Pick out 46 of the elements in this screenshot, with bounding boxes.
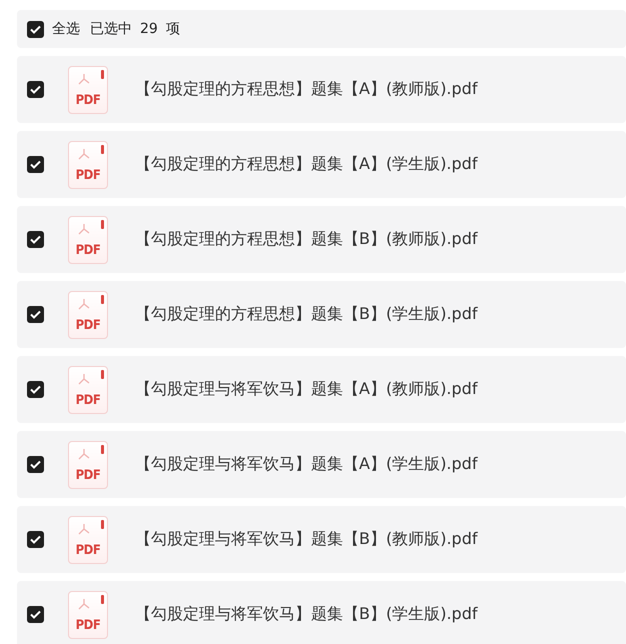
pdf-file-icon: PDF <box>68 216 108 264</box>
check-icon <box>30 24 41 34</box>
check-icon <box>30 535 41 544</box>
file-name: 【勾股定理的方程思想】题集【A】(教师版).pdf <box>135 79 478 100</box>
pdf-file-icon: PDF <box>68 140 108 188</box>
selected-label: 已选中 <box>90 20 132 38</box>
count-unit: 项 <box>166 20 180 38</box>
file-name: 【勾股定理与将军饮马】题集【B】(教师版).pdf <box>135 529 478 550</box>
check-icon <box>30 160 41 169</box>
checkbox[interactable] <box>27 156 44 173</box>
check-icon <box>30 610 41 619</box>
file-name: 【勾股定理的方程思想】题集【A】(学生版).pdf <box>135 154 478 175</box>
checkbox[interactable] <box>27 81 44 98</box>
check-icon <box>30 85 41 94</box>
file-name: 【勾股定理与将军饮马】题集【B】(学生版).pdf <box>135 604 478 625</box>
checkbox[interactable] <box>27 381 44 398</box>
file-name: 【勾股定理的方程思想】题集【B】(教师版).pdf <box>135 229 478 250</box>
pdf-file-icon: PDF <box>68 66 108 114</box>
check-icon <box>30 460 41 469</box>
pdf-file-icon: PDF <box>68 516 108 564</box>
checkbox[interactable] <box>27 20 44 38</box>
check-icon <box>30 385 41 394</box>
file-row[interactable]: PDF 【勾股定理的方程思想】题集【A】(教师版).pdf <box>17 56 626 123</box>
select-all-label[interactable]: 全选 <box>52 20 80 38</box>
file-row[interactable]: PDF 【勾股定理的方程思想】题集【B】(教师版).pdf <box>17 206 626 273</box>
file-name: 【勾股定理与将军饮马】题集【A】(教师版).pdf <box>135 379 478 400</box>
file-name: 【勾股定理与将军饮马】题集【A】(学生版).pdf <box>135 454 478 475</box>
file-row[interactable]: PDF 【勾股定理的方程思想】题集【A】(学生版).pdf <box>17 131 626 198</box>
checkbox[interactable] <box>27 231 44 248</box>
check-icon <box>30 310 41 319</box>
pdf-file-icon: PDF <box>68 290 108 338</box>
checkbox[interactable] <box>27 531 44 548</box>
file-row[interactable]: PDF 【勾股定理与将军饮马】题集【A】(教师版).pdf <box>17 356 626 423</box>
file-row[interactable]: PDF 【勾股定理的方程思想】题集【B】(学生版).pdf <box>17 281 626 348</box>
pdf-file-icon: PDF <box>68 440 108 488</box>
selected-count: 29 <box>140 21 158 37</box>
checkbox[interactable] <box>27 456 44 473</box>
pdf-file-icon: PDF <box>68 366 108 414</box>
file-row[interactable]: PDF 【勾股定理与将军饮马】题集【A】(学生版).pdf <box>17 431 626 498</box>
checkbox[interactable] <box>27 606 44 623</box>
pdf-file-icon: PDF <box>68 590 108 638</box>
file-row[interactable]: PDF 【勾股定理与将军饮马】题集【B】(学生版).pdf <box>17 581 626 644</box>
checkbox[interactable] <box>27 306 44 323</box>
file-name: 【勾股定理的方程思想】题集【B】(学生版).pdf <box>135 304 478 325</box>
file-row[interactable]: PDF 【勾股定理与将军饮马】题集【B】(教师版).pdf <box>17 506 626 573</box>
check-icon <box>30 235 41 244</box>
